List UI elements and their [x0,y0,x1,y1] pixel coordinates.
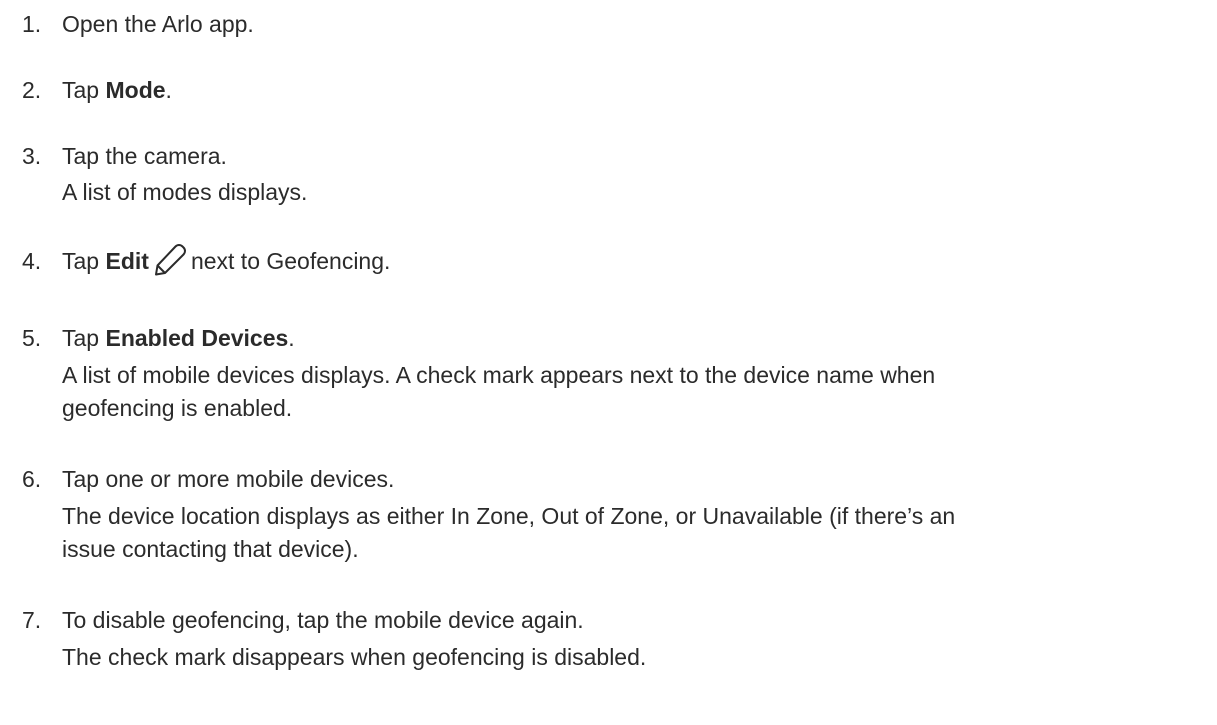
step-number: 6. [22,466,42,492]
pencil-icon [153,243,187,277]
ui-term-edit: Edit [105,248,149,274]
instruction-steps: 1. Open the Arlo app. 2. Tap Mode. 3. Ta… [0,0,1217,725]
ui-term-enabled-devices: Enabled Devices [105,325,289,351]
step-number: 5. [22,325,42,351]
step-number: 2. [22,77,42,103]
step-instruction: Tap one or more mobile devices. [62,466,395,492]
step-detail: The device location displays as either I… [62,503,956,529]
step-number: 4. [22,248,42,274]
ui-term-mode: Mode [105,77,166,103]
step-detail: The check mark disappears when geofencin… [62,644,647,670]
step-detail: geofencing is enabled. [62,395,293,421]
step-number: 7. [22,607,42,633]
step-detail: A list of modes displays. [62,179,308,205]
step-instruction: Tap Mode. [62,77,172,103]
step-instruction: Tap the camera. [62,143,227,169]
step-detail: issue contacting that device). [62,536,359,562]
step-instruction: Open the Arlo app. [62,11,254,37]
step-instruction: Tap Enabled Devices. [62,325,295,351]
step-number: 1. [22,11,42,37]
step-instruction: Tap Edit next to Geofencing. [62,243,390,278]
step-number: 3. [22,143,42,169]
step-instruction: To disable geofencing, tap the mobile de… [62,607,584,633]
step-detail: A list of mobile devices displays. A che… [62,362,936,388]
